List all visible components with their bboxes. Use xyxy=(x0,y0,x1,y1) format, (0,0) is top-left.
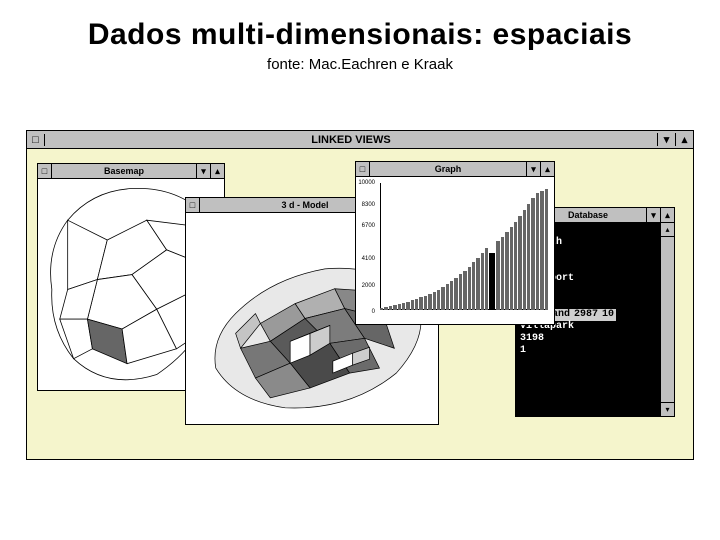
bar xyxy=(514,222,517,310)
bar xyxy=(446,284,449,310)
database-scrollbar[interactable]: ▴ ▾ xyxy=(660,223,674,416)
bar xyxy=(510,227,513,310)
bar xyxy=(540,191,543,310)
bar xyxy=(398,304,401,310)
y-tick-label: 10000 xyxy=(356,180,378,186)
minimize-icon[interactable]: ▾ xyxy=(646,208,660,222)
bar xyxy=(454,278,457,310)
bar xyxy=(463,271,466,310)
scroll-up-icon[interactable]: ▴ xyxy=(661,223,674,237)
minimize-icon[interactable]: ▾ xyxy=(526,162,540,176)
slide-title: Dados multi-dimensionais: espaciais xyxy=(0,18,720,52)
bar xyxy=(450,281,453,310)
y-tick-label: 8300 xyxy=(356,202,378,208)
table-row[interactable]: 1 xyxy=(520,345,656,357)
bar xyxy=(527,204,530,310)
slide-subtitle: fonte: Mac.Eachren e Kraak xyxy=(0,56,720,73)
y-tick-label: 6700 xyxy=(356,223,378,229)
bar xyxy=(489,253,495,310)
bar xyxy=(531,198,534,310)
graph-titlebar[interactable]: □ Graph ▾ ▴ xyxy=(356,162,554,177)
bar xyxy=(481,253,484,310)
bar xyxy=(428,294,431,310)
basemap-title: Basemap xyxy=(52,166,196,176)
bar xyxy=(389,306,392,310)
bar xyxy=(384,307,387,310)
y-tick-label: 4100 xyxy=(356,256,378,262)
maximize-icon[interactable]: ▴ xyxy=(675,133,693,146)
bar xyxy=(459,274,462,310)
bar xyxy=(419,297,422,310)
bar xyxy=(415,299,418,310)
bar xyxy=(545,189,548,310)
sysmenu-icon[interactable]: □ xyxy=(38,164,52,178)
bar xyxy=(402,303,405,310)
sysmenu-icon[interactable]: □ xyxy=(27,134,45,146)
sysmenu-icon[interactable]: □ xyxy=(186,198,200,212)
table-row[interactable]: 3198 xyxy=(520,333,656,345)
y-tick-label: 2000 xyxy=(356,283,378,289)
bar xyxy=(411,300,414,310)
maximize-icon[interactable]: ▴ xyxy=(540,162,554,176)
bar xyxy=(501,237,504,310)
bar xyxy=(485,248,488,310)
bar xyxy=(496,241,499,310)
bar xyxy=(433,292,436,310)
graph-bars xyxy=(380,183,548,310)
graph-title: Graph xyxy=(370,164,526,174)
bar xyxy=(406,302,409,310)
linked-views-window: □ LINKED VIEWS ▾ ▴ □ Basemap ▾ ▴ xyxy=(26,130,694,460)
bar xyxy=(523,210,526,310)
table-row[interactable]: 10 xyxy=(600,309,616,321)
workspace: □ Basemap ▾ ▴ xyxy=(27,149,693,459)
y-tick-label: 0 xyxy=(356,309,378,315)
bar xyxy=(472,262,475,310)
graph-canvas[interactable]: 0 2000 4100 6700 8300 10000 xyxy=(356,177,554,324)
bar xyxy=(518,216,521,310)
bar xyxy=(380,308,383,310)
bar xyxy=(468,267,471,310)
sysmenu-icon[interactable]: □ xyxy=(356,162,370,176)
graph-window[interactable]: □ Graph ▾ ▴ 0 2000 4100 6700 8300 10000 xyxy=(355,161,555,325)
minimize-icon[interactable]: ▾ xyxy=(657,133,675,146)
scroll-down-icon[interactable]: ▾ xyxy=(661,402,674,416)
bar xyxy=(536,193,539,310)
bar xyxy=(441,287,444,310)
maximize-icon[interactable]: ▴ xyxy=(210,164,224,178)
bar xyxy=(505,232,508,310)
maximize-icon[interactable]: ▴ xyxy=(660,208,674,222)
bar xyxy=(424,296,427,310)
bar xyxy=(393,305,396,310)
bar xyxy=(476,258,479,310)
linked-views-titlebar[interactable]: □ LINKED VIEWS ▾ ▴ xyxy=(27,131,693,149)
table-row[interactable]: 2987 xyxy=(572,309,600,321)
basemap-titlebar[interactable]: □ Basemap ▾ ▴ xyxy=(38,164,224,179)
bar xyxy=(437,290,440,310)
linked-views-title: LINKED VIEWS xyxy=(45,134,657,146)
minimize-icon[interactable]: ▾ xyxy=(196,164,210,178)
